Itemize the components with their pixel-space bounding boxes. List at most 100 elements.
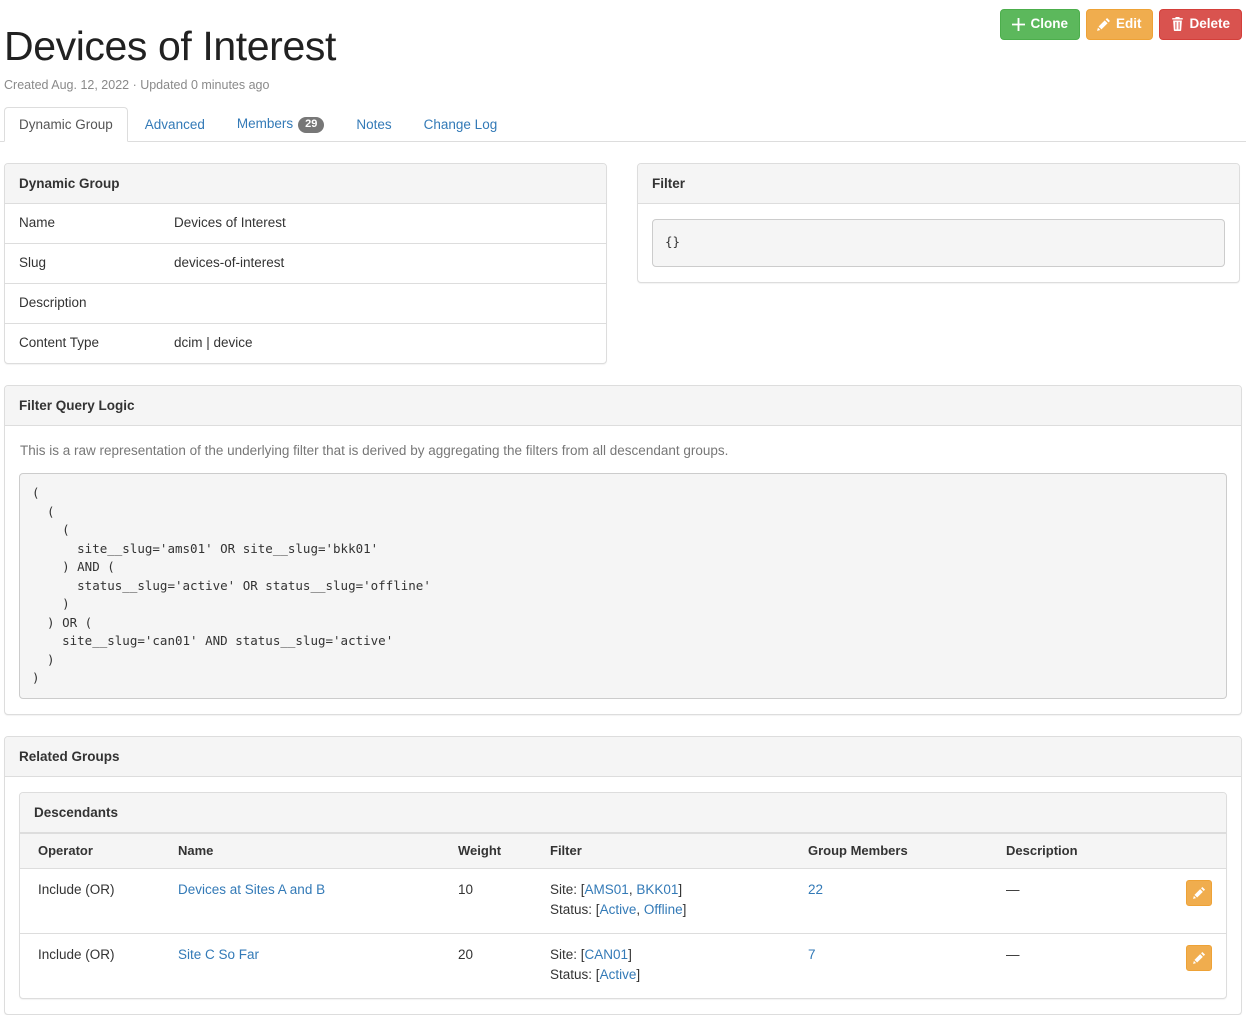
tab-members-link[interactable]: Members29 xyxy=(222,106,340,142)
filter-site-label: Site: xyxy=(550,947,577,962)
tab-notes-link[interactable]: Notes xyxy=(341,107,406,142)
related-groups-section: Related Groups Descendants Operator Name… xyxy=(0,736,1246,1015)
descendants-table: Operator Name Weight Filter Group Member… xyxy=(20,833,1226,998)
table-row: Slug devices-of-interest xyxy=(5,244,606,284)
clone-button-label: Clone xyxy=(1030,17,1068,32)
table-row: Name Devices of Interest xyxy=(5,204,606,244)
cell-description: — xyxy=(996,868,1174,933)
row-label-description: Description xyxy=(5,284,160,324)
column-header-actions xyxy=(1174,833,1226,868)
row-label-content-type: Content Type xyxy=(5,324,160,364)
cell-group-members: 22 xyxy=(798,868,996,933)
column-header-group-members[interactable]: Group Members xyxy=(798,833,996,868)
pencil-icon xyxy=(1193,886,1206,899)
plus-icon xyxy=(1011,17,1025,31)
filter-site-values: [AMS01, BKK01] xyxy=(581,882,682,897)
delete-button[interactable]: Delete xyxy=(1159,9,1242,40)
filter-site-values: [CAN01] xyxy=(581,947,632,962)
pencil-icon xyxy=(1193,951,1206,964)
table-row: Description xyxy=(5,284,606,324)
left-column: Dynamic Group Name Devices of Interest S… xyxy=(4,142,607,364)
descendant-group-link[interactable]: Devices at Sites A and B xyxy=(178,882,325,897)
group-members-count-link[interactable]: 7 xyxy=(808,947,816,962)
related-groups-body: Descendants Operator Name Weight Filter … xyxy=(5,777,1241,1014)
dynamic-group-panel: Dynamic Group Name Devices of Interest S… xyxy=(4,163,607,364)
cell-operator: Include (OR) xyxy=(20,933,168,998)
right-column: Filter {} xyxy=(637,142,1240,364)
page-subtitle: Created Aug. 12, 2022 · Updated 0 minute… xyxy=(0,70,1246,92)
status-link[interactable]: Active xyxy=(600,902,637,917)
group-members-count-link[interactable]: 22 xyxy=(808,882,823,897)
cell-name: Site C So Far xyxy=(168,933,448,998)
tab-advanced-link[interactable]: Advanced xyxy=(130,107,220,142)
trash-icon xyxy=(1170,17,1184,31)
filter-panel-heading: Filter xyxy=(638,164,1239,204)
row-edit-button[interactable] xyxy=(1186,945,1212,971)
site-link[interactable]: CAN01 xyxy=(585,947,629,962)
tab-dynamic-group-link[interactable]: Dynamic Group xyxy=(4,107,128,142)
related-groups-panel: Related Groups Descendants Operator Name… xyxy=(4,736,1242,1015)
filter-status-values: [Active] xyxy=(596,967,640,982)
cell-weight: 10 xyxy=(448,868,540,933)
status-link[interactable]: Active xyxy=(600,967,637,982)
clone-button[interactable]: Clone xyxy=(1000,9,1080,40)
column-header-name[interactable]: Name xyxy=(168,833,448,868)
table-header-row: Operator Name Weight Filter Group Member… xyxy=(20,833,1226,868)
filter-query-logic-code-block: ( ( ( site__slug='ams01' OR site__slug='… xyxy=(19,473,1227,699)
row-value-name: Devices of Interest xyxy=(160,204,606,244)
filter-query-logic-panel: Filter Query Logic This is a raw represe… xyxy=(4,385,1242,715)
column-header-weight[interactable]: Weight xyxy=(448,833,540,868)
cell-operator: Include (OR) xyxy=(20,868,168,933)
description-empty-dash: — xyxy=(1006,947,1020,962)
row-label-slug: Slug xyxy=(5,244,160,284)
table-row: Include (OR) Site C So Far 20 Site: [CAN… xyxy=(20,933,1226,998)
site-link[interactable]: AMS01 xyxy=(585,882,629,897)
tab-change-log-link[interactable]: Change Log xyxy=(409,107,513,142)
filter-status-line: Status: [Active, Offline] xyxy=(550,900,788,920)
filter-panel: Filter {} xyxy=(637,163,1240,283)
tab-notes[interactable]: Notes xyxy=(341,107,406,142)
page-action-buttons: Clone Edit Delete xyxy=(1000,9,1242,40)
tab-notes-label: Notes xyxy=(356,117,391,132)
cell-actions xyxy=(1174,933,1226,998)
site-link[interactable]: BKK01 xyxy=(636,882,678,897)
cell-name: Devices at Sites A and B xyxy=(168,868,448,933)
description-empty-dash: — xyxy=(1006,882,1020,897)
row-value-slug: devices-of-interest xyxy=(160,244,606,284)
tab-members-label: Members xyxy=(237,116,293,131)
pencil-icon xyxy=(1097,17,1111,31)
column-header-operator[interactable]: Operator xyxy=(20,833,168,868)
row-label-name: Name xyxy=(5,204,160,244)
filter-panel-body: {} xyxy=(638,204,1239,282)
filter-status-label: Status: xyxy=(550,902,592,917)
tab-members[interactable]: Members29 xyxy=(222,106,340,142)
tab-dynamic-group-label: Dynamic Group xyxy=(19,117,113,132)
row-value-content-type: dcim | device xyxy=(160,324,606,364)
cell-description: — xyxy=(996,933,1174,998)
cell-actions xyxy=(1174,868,1226,933)
page-header: Clone Edit Delete Devices of Interest Cr… xyxy=(0,0,1246,142)
filter-site-label: Site: xyxy=(550,882,577,897)
dynamic-group-panel-heading: Dynamic Group xyxy=(5,164,606,204)
tab-change-log-label: Change Log xyxy=(424,117,498,132)
table-row: Content Type dcim | device xyxy=(5,324,606,364)
descendant-group-link[interactable]: Site C So Far xyxy=(178,947,259,962)
filter-status-values: [Active, Offline] xyxy=(596,902,687,917)
row-edit-button[interactable] xyxy=(1186,880,1212,906)
column-header-filter[interactable]: Filter xyxy=(540,833,798,868)
tab-dynamic-group[interactable]: Dynamic Group xyxy=(4,107,128,142)
tab-change-log[interactable]: Change Log xyxy=(409,107,513,142)
filter-status-label: Status: xyxy=(550,967,592,982)
tab-advanced[interactable]: Advanced xyxy=(130,107,220,142)
table-row: Include (OR) Devices at Sites A and B 10… xyxy=(20,868,1226,933)
filter-query-logic-body: This is a raw representation of the unde… xyxy=(5,426,1241,714)
descendants-panel: Descendants Operator Name Weight Filter … xyxy=(19,792,1227,999)
column-header-description[interactable]: Description xyxy=(996,833,1174,868)
filter-site-line: Site: [AMS01, BKK01] xyxy=(550,880,788,900)
tab-bar: Dynamic Group Advanced Members29 Notes C… xyxy=(0,108,1246,142)
filter-query-logic-description: This is a raw representation of the unde… xyxy=(19,441,1227,460)
cell-filter: Site: [AMS01, BKK01] Status: [Active, Of… xyxy=(540,868,798,933)
status-link[interactable]: Offline xyxy=(644,902,683,917)
edit-button[interactable]: Edit xyxy=(1086,9,1154,40)
delete-button-label: Delete xyxy=(1189,17,1230,32)
